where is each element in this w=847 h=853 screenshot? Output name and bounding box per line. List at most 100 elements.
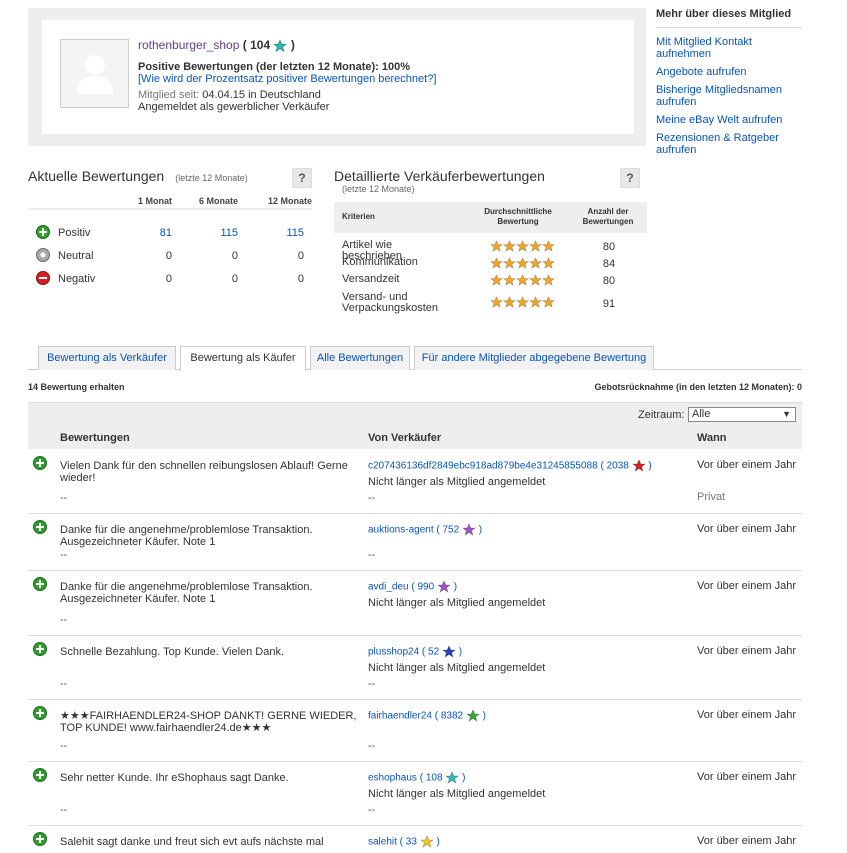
rating-star-icon <box>529 296 542 308</box>
rating-star-icon <box>490 257 503 269</box>
rating-star-icon <box>542 257 555 269</box>
seller-info: auktions-agent ( 752 ) <box>368 523 483 536</box>
seller-info: c207436136df2849ebc918ad879be4e312458550… <box>368 459 652 472</box>
private-label: Privat <box>697 491 726 503</box>
feedback-star-icon <box>631 459 646 472</box>
positive-6m[interactable]: 115 <box>198 227 238 239</box>
seller-link[interactable]: salehit <box>368 837 397 848</box>
rating-star-icon <box>529 240 542 252</box>
positive-icon <box>33 706 47 723</box>
feedback-time: Vor über einem Jahr <box>697 771 797 783</box>
tab-feedback-left-for-others[interactable]: Für andere Mitglieder abgegebene Bewertu… <box>414 346 654 370</box>
seller-link[interactable]: fairhaendler24 <box>368 711 432 722</box>
positive-12m[interactable]: 115 <box>264 227 304 239</box>
feedback-comment: Sehr netter Kunde. Ihr eShophaus sagt Da… <box>60 772 289 784</box>
rating-star-icon <box>542 274 555 286</box>
seller-score[interactable]: 52 <box>428 647 439 658</box>
recent-help-button[interactable]: ? <box>292 168 312 188</box>
feedback-received-count: 14 Bewertung erhalten <box>28 382 125 392</box>
not-member-note: Nicht länger als Mitglied angemeldet <box>368 662 546 674</box>
feedback-comment: Danke für die angenehme/problemlose Tran… <box>60 524 313 548</box>
seller-info: salehit ( 33 ) <box>368 835 440 848</box>
rating-stars <box>490 274 555 287</box>
rating-count: 91 <box>602 298 616 310</box>
seller-score[interactable]: 990 <box>417 582 434 593</box>
item-placeholder: -- <box>60 740 68 752</box>
seller-link[interactable]: c207436136df2849ebc918ad879be4e312458550… <box>368 461 598 472</box>
positive-icon <box>33 577 47 594</box>
feedback-time: Vor über einem Jahr <box>697 523 797 535</box>
member-sidebar: Mehr über dieses Mitglied Mit Mitglied K… <box>656 8 802 162</box>
table-row: Salehit sagt danke und freut sich evt au… <box>28 826 802 853</box>
positive-icon <box>33 456 47 473</box>
feedback-star-icon <box>445 771 460 784</box>
tab-all-feedback[interactable]: Alle Bewertungen <box>310 346 410 370</box>
contact-member-link[interactable]: Mit Mitglied Kontakt aufnehmen <box>656 36 802 60</box>
tab-buyer-feedback[interactable]: Bewertung als Käufer <box>180 346 306 371</box>
table-row: Schnelle Bezahlung. Top Kunde. Vielen Da… <box>28 636 802 700</box>
criterion-label: Versand- und Verpackungskosten <box>342 291 439 314</box>
feedback-time: Vor über einem Jahr <box>697 580 797 592</box>
seller-link[interactable]: avdi_deu <box>368 582 409 593</box>
recent-ratings-subtitle: (letzte 12 Monate) <box>175 173 248 183</box>
tab-seller-feedback[interactable]: Bewertung als Verkäufer <box>38 346 176 370</box>
feedback-time: Vor über einem Jahr <box>697 709 797 721</box>
seller-link[interactable]: eshophaus <box>368 773 417 784</box>
detail-help-button[interactable]: ? <box>620 168 640 188</box>
neutral-6m: 0 <box>231 250 238 262</box>
feedback-table-header: Bewertungen Von Verkäufer Wann <box>28 426 802 449</box>
seller-link[interactable]: auktions-agent <box>368 525 434 536</box>
item-placeholder: -- <box>60 549 68 561</box>
price-placeholder: -- <box>368 740 376 752</box>
detail-header: Kriterien Durchschnittliche Bewertung An… <box>334 202 647 233</box>
feedback-tabs: Bewertung als Verkäufer Bewertung als Kä… <box>28 346 802 371</box>
percentage-info-link[interactable]: [Wie wird der Prozentsatz positiver Bewe… <box>138 73 618 85</box>
seller-info: eshophaus ( 108 ) <box>368 771 466 784</box>
neutral-icon <box>36 248 50 262</box>
seller-score[interactable]: 33 <box>406 837 417 848</box>
positive-icon <box>36 225 50 239</box>
feedback-comment: Salehit sagt danke und freut sich evt au… <box>60 836 324 848</box>
bid-retractions: Gebotsrücknahme (in den letzten 12 Monat… <box>594 382 802 392</box>
seller-score[interactable]: 752 <box>443 525 460 536</box>
reviews-guides-link[interactable]: Rezensionen & Ratgeber aufrufen <box>656 132 802 156</box>
seller-score[interactable]: 108 <box>426 773 443 784</box>
table-row: Danke für die angenehme/problemlose Tran… <box>28 514 802 571</box>
recent-row-neutral: Neutral 0 0 0 <box>28 247 312 267</box>
previous-usernames-link[interactable]: Bisherige Mitgliedsnamen aufrufen <box>656 84 802 108</box>
seller-link[interactable]: plusshop24 <box>368 647 419 658</box>
seller-score[interactable]: 2038 <box>607 461 629 472</box>
table-row: Vielen Dank für den schnellen reibungslo… <box>28 450 802 514</box>
user-silhouette-icon <box>77 55 113 94</box>
rating-stars <box>490 296 555 309</box>
seller-info: plusshop24 ( 52 ) <box>368 645 463 658</box>
period-select[interactable]: Alle ▼ <box>688 407 796 422</box>
seller-info: avdi_deu ( 990 ) <box>368 580 458 593</box>
col-6-months: 6 Monate <box>198 196 238 206</box>
item-placeholder: -- <box>60 614 68 626</box>
price-placeholder: -- <box>368 678 376 690</box>
not-member-note: Nicht länger als Mitglied angemeldet <box>368 476 546 488</box>
my-ebay-world-link[interactable]: Meine eBay Welt aufrufen <box>656 114 802 126</box>
criterion-label: Kommunikation <box>342 256 418 268</box>
rating-count: 84 <box>602 258 616 270</box>
recent-ratings: Aktuelle Bewertungen (letzte 12 Monate) … <box>28 168 312 285</box>
positive-icon <box>33 642 47 659</box>
price-placeholder: -- <box>368 804 376 816</box>
feedback-score[interactable]: 104 <box>250 38 270 52</box>
seller-score[interactable]: 8382 <box>441 711 463 722</box>
profile-card: rothenburger_shop ( 104 ) Positive Bewer… <box>42 20 634 134</box>
col-criteria: Kriterien <box>342 212 375 221</box>
rating-star-icon <box>503 296 516 308</box>
neutral-label: Neutral <box>58 250 94 262</box>
detail-subtitle: (letzte 12 Monate) <box>342 184 415 194</box>
rating-star-icon <box>503 240 516 252</box>
positive-1m[interactable]: 81 <box>132 227 172 239</box>
rating-count: 80 <box>602 241 616 253</box>
not-member-note: Nicht länger als Mitglied angemeldet <box>368 788 546 800</box>
view-listings-link[interactable]: Angebote aufrufen <box>656 66 802 78</box>
detailed-seller-ratings: Detaillierte Verkäuferbewertungen (letzt… <box>334 168 647 314</box>
turquoise-star-icon <box>273 39 288 52</box>
username-link[interactable]: rothenburger_shop <box>138 38 239 52</box>
negative-1m: 0 <box>165 273 172 285</box>
